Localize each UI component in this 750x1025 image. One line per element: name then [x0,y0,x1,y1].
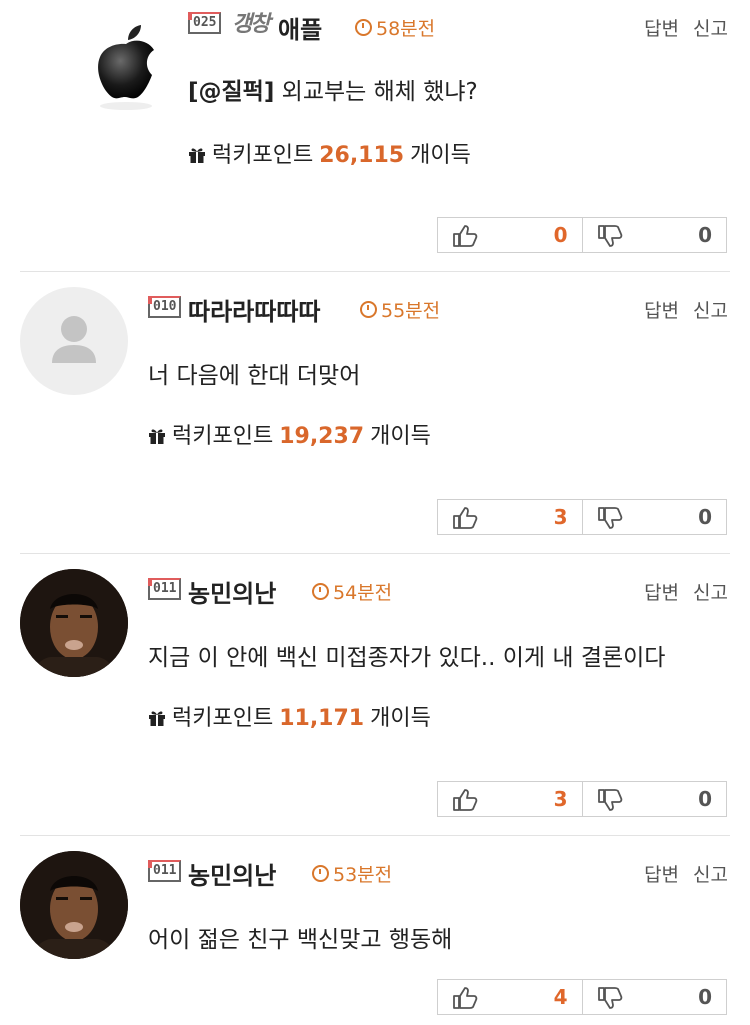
reply-button[interactable]: 답변 [644,864,679,886]
thumb-up-icon [452,506,478,530]
avatar[interactable] [20,287,128,395]
gift-icon [148,709,166,727]
comment-actions: 답변 신고 [630,14,728,41]
timestamp: 54분전 [312,578,392,605]
points-value: 11,171 [279,706,365,731]
avatar[interactable] [72,10,180,118]
clock-icon [355,19,372,36]
default-user-icon [52,316,96,363]
comment-actions: 답변 신고 [630,578,728,605]
badge-image: 갱창 [232,12,271,37]
face-photo-icon [20,569,128,677]
vote-box: 4 0 [437,979,727,1015]
like-button[interactable]: 0 [438,218,582,252]
clock-icon [312,865,329,882]
points-value: 26,115 [319,143,405,168]
like-count: 0 [553,223,568,247]
nickname[interactable]: 농민의난 [188,574,276,609]
vote-box: 0 0 [437,217,727,253]
lucky-points: 럭키포인트 26,115 개이득 [188,137,471,169]
timestamp: 53분전 [312,860,392,887]
comment-item: 011 농민의난 53분전 답변 신고 어이 젊은 친구 백신맞고 행동해 4 0 [0,836,750,1025]
dislike-button[interactable]: 0 [581,782,727,816]
report-button[interactable]: 신고 [693,18,728,40]
comment-text: [@질퍽] 외교부는 해체 했냐? [188,79,478,105]
gift-icon [148,427,166,445]
thumb-up-icon [452,986,478,1010]
level-badge: 011 [148,860,182,882]
report-button[interactable]: 신고 [693,864,728,886]
report-button[interactable]: 신고 [693,582,728,604]
like-button[interactable]: 4 [438,980,582,1014]
dislike-count: 0 [698,985,712,1009]
timestamp: 58분전 [355,14,435,41]
gift-icon [188,146,206,164]
comment-item: 010 따라라따따따 55분전 답변 신고 너 다음에 한대 더맞어 럭키포인트 1… [0,272,750,552]
face-photo-icon [20,851,128,959]
lucky-points: 럭키포인트 11,171 개이득 [148,700,431,732]
reply-button[interactable]: 답변 [644,300,679,322]
thumb-down-icon [597,788,623,812]
dislike-button[interactable]: 0 [581,218,727,252]
dislike-count: 0 [698,787,712,811]
dislike-count: 0 [698,223,712,247]
dislike-count: 0 [698,505,712,529]
comment-actions: 답변 신고 [630,860,728,887]
comment-text: 너 다음에 한대 더맞어 [148,363,361,389]
thumb-down-icon [597,986,623,1010]
like-count: 4 [553,985,568,1009]
mention-tag[interactable]: [@질퍽] [188,79,274,105]
report-button[interactable]: 신고 [693,300,728,322]
reply-button[interactable]: 답변 [644,18,679,40]
apple-logo-icon [98,25,154,110]
avatar[interactable] [20,851,128,959]
level-badge: 010 [148,296,182,318]
like-count: 3 [553,505,568,529]
comment-actions: 답변 신고 [630,296,728,323]
timestamp: 55분전 [360,296,440,323]
dislike-button[interactable]: 0 [581,980,727,1014]
vote-box: 3 0 [437,781,727,817]
vote-box: 3 0 [437,499,727,535]
comment-item: 011 농민의난 54분전 답변 신고 지금 이 안에 백신 미접종자가 있다..… [0,554,750,834]
comment-text: 어이 젊은 친구 백신맞고 행동해 [148,927,453,953]
clock-icon [312,583,329,600]
thumb-up-icon [452,788,478,812]
thumb-down-icon [597,506,623,530]
nickname[interactable]: 애플 [278,10,322,45]
like-button[interactable]: 3 [438,500,582,534]
nickname[interactable]: 따라라따따따 [188,292,320,327]
comment-item: 025 갱창 애플 58분전 답변 신고 [@질퍽] 외교부는 해체 했냐? 럭키… [0,0,750,270]
lucky-points: 럭키포인트 19,237 개이득 [148,418,431,450]
like-button[interactable]: 3 [438,782,582,816]
avatar[interactable] [20,569,128,677]
thumb-up-icon [452,224,478,248]
nickname[interactable]: 농민의난 [188,856,276,891]
points-value: 19,237 [279,424,365,449]
clock-icon [360,301,377,318]
like-count: 3 [553,787,568,811]
reply-button[interactable]: 답변 [644,582,679,604]
level-badge: 011 [148,578,182,600]
dislike-button[interactable]: 0 [581,500,727,534]
comment-text: 지금 이 안에 백신 미접종자가 있다.. 이게 내 결론이다 [148,645,666,671]
thumb-down-icon [597,224,623,248]
level-badge: 025 [188,12,222,34]
